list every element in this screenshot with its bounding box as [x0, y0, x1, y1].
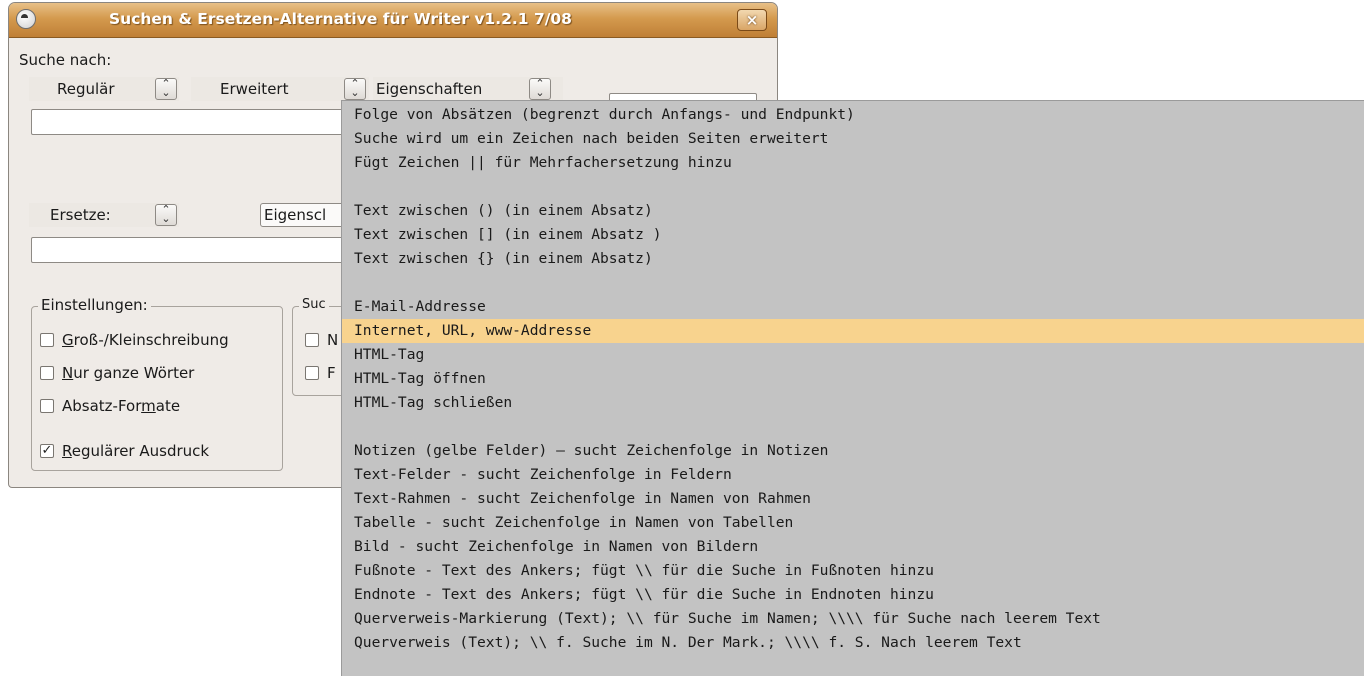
list-item[interactable]: HTML-Tag schließen: [342, 391, 1364, 415]
option-label: Absatz-Formate: [62, 397, 181, 415]
settings-legend: Einstellungen:: [38, 296, 151, 314]
list-item[interactable]: Folge von Absätzen (begrenzt durch Anfan…: [342, 103, 1364, 127]
regular-combo-label: Regulär: [57, 80, 115, 98]
option-label: N: [327, 331, 339, 349]
option-label: Nur ganze Wörter: [62, 364, 195, 382]
list-item[interactable]: Fügt Zeichen || für Mehrfachersetzung hi…: [342, 151, 1364, 175]
replace-label: Ersetze:: [50, 206, 111, 224]
properties-combo[interactable]: Eigenschaften ⌃ ⌄: [373, 77, 563, 101]
list-item[interactable]: Suche wird um ein Zeichen nach beiden Se…: [342, 127, 1364, 151]
list-item[interactable]: Text zwischen {} (in einem Absatz): [342, 247, 1364, 271]
checkmark-icon[interactable]: ✓: [40, 444, 54, 458]
combo-arrows-icon: ⌃ ⌄: [529, 78, 551, 100]
list-item[interactable]: HTML-Tag: [342, 343, 1364, 367]
list-item[interactable]: Text zwischen () (in einem Absatz): [342, 199, 1364, 223]
extended-combo-label: Erweitert: [220, 80, 289, 98]
extended-options-dropdown[interactable]: Folge von Absätzen (begrenzt durch Anfan…: [341, 100, 1364, 676]
replace-properties-label: Eigenscl: [264, 206, 327, 224]
list-item[interactable]: Endnote - Text des Ankers; fügt \\ für d…: [342, 583, 1364, 607]
properties-combo-label: Eigenschaften: [376, 80, 483, 98]
list-separator: [342, 175, 1364, 199]
list-item[interactable]: HTML-Tag öffnen: [342, 367, 1364, 391]
combo-arrows-icon: ⌃ ⌄: [344, 78, 366, 100]
list-item[interactable]: Querverweis (Text); \\ f. Suche im N. De…: [342, 631, 1364, 655]
list-item-selected[interactable]: Internet, URL, www-Addresse: [342, 319, 1364, 343]
replace-input[interactable]: [31, 237, 361, 263]
checkbox[interactable]: [305, 333, 319, 347]
option-label: Groß-/Kleinschreibung: [62, 331, 229, 349]
list-item[interactable]: Querverweis-Markierung (Text); \\ für Su…: [342, 607, 1364, 631]
list-separator: [342, 271, 1364, 295]
list-item[interactable]: Text zwischen [] (in einem Absatz ): [342, 223, 1364, 247]
list-item[interactable]: Fußnote - Text des Ankers; fügt \\ für d…: [342, 559, 1364, 583]
option-label: F: [327, 364, 336, 382]
search-label: Suche nach:: [19, 51, 112, 69]
search-input[interactable]: [31, 109, 361, 135]
combo-arrows-icon: ⌃ ⌄: [155, 78, 177, 100]
close-button[interactable]: ×: [737, 9, 767, 31]
checkbox[interactable]: [305, 366, 319, 380]
list-item[interactable]: Tabelle - sucht Zeichenfolge in Namen vo…: [342, 511, 1364, 535]
list-item[interactable]: Bild - sucht Zeichenfolge in Namen von B…: [342, 535, 1364, 559]
list-item[interactable]: Text-Felder - sucht Zeichenfolge in Feld…: [342, 463, 1364, 487]
list-item[interactable]: Notizen (gelbe Felder) – sucht Zeichenfo…: [342, 439, 1364, 463]
checkbox[interactable]: [40, 333, 54, 347]
option-label: Regulärer Ausdruck: [62, 442, 210, 460]
extended-combo[interactable]: Erweitert ⌃ ⌄: [191, 77, 369, 101]
list-item[interactable]: E-Mail-Addresse: [342, 295, 1364, 319]
window-title: Suchen & Ersetzen-Alternative für Writer…: [109, 10, 572, 28]
list-item[interactable]: Text-Rahmen - sucht Zeichenfolge in Name…: [342, 487, 1364, 511]
settings-frame: Einstellungen: Groß-/Kleinschreibung Nur…: [31, 296, 283, 471]
title-bar[interactable]: Suchen & Ersetzen-Alternative für Writer…: [9, 3, 777, 38]
combo-arrows-icon: ⌃ ⌄: [155, 204, 177, 226]
window-menu-icon[interactable]: [16, 9, 36, 29]
checkbox[interactable]: [40, 366, 54, 380]
search-in-legend: Suc: [299, 297, 329, 312]
replace-combo[interactable]: Ersetze: ⌃ ⌄: [29, 203, 179, 227]
list-separator: [342, 415, 1364, 439]
regular-combo[interactable]: Regulär ⌃ ⌄: [29, 77, 179, 101]
checkbox[interactable]: [40, 399, 54, 413]
